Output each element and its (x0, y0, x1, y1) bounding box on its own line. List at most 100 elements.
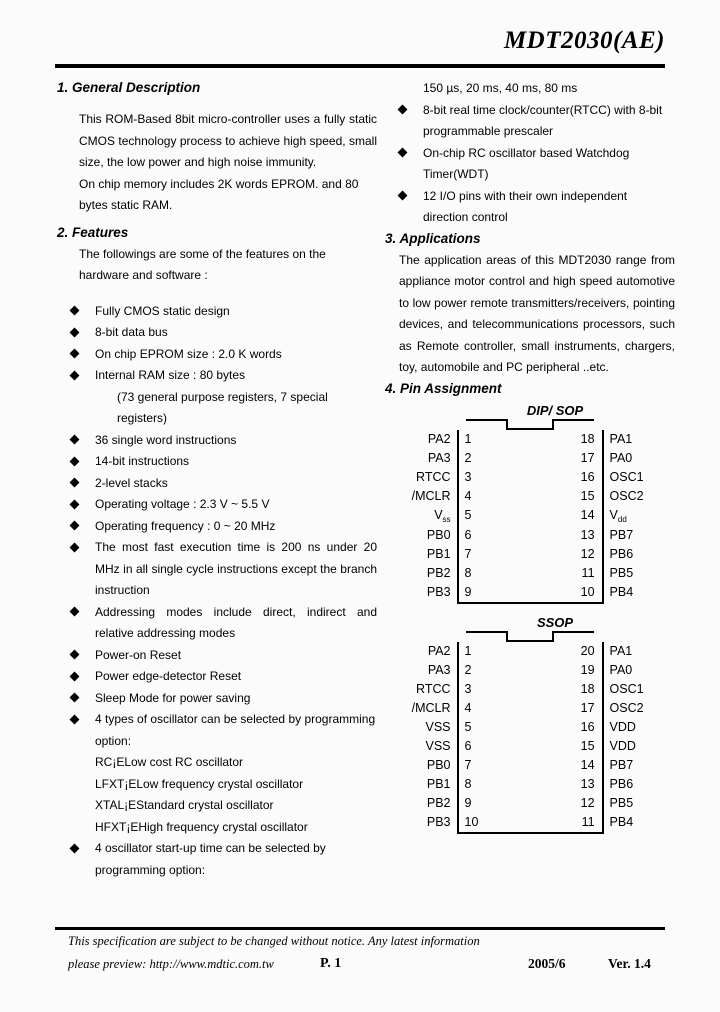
pin-number-left: 2 (456, 660, 530, 680)
diamond-bullet-icon (397, 190, 408, 201)
pin-row: PA2 1 20 PA1 (385, 641, 675, 661)
feature-label: 12 I/O pins with their own independent d… (423, 188, 628, 225)
right-column: 150 µs, 20 ms, 40 ms, 80 ms 8-bit real t… (385, 78, 675, 834)
pin-label-right: PB7 (609, 757, 634, 772)
pin-number-right: 11 (529, 563, 604, 583)
pin-number-right: 14 (529, 505, 604, 526)
feature-label: 14-bit instructions (95, 454, 190, 468)
pin-label-right: PA0 (609, 662, 633, 677)
pin-number-right: 18 (529, 429, 604, 449)
pin-number-left: 1 (456, 429, 530, 449)
pin-number-right: 16 (529, 717, 604, 737)
diamond-bullet-icon (69, 542, 80, 552)
feature-item: Sleep Mode for power saving (57, 688, 377, 710)
feature-item: 4 types of oscillator can be selected by… (57, 709, 377, 752)
diamond-bullet-icon (69, 520, 80, 531)
feature-item: 8-bit real time clock/counter(RTCC) with… (385, 100, 675, 143)
features-intro: The followings are some of the features … (79, 246, 326, 283)
diamond-bullet-icon (69, 692, 80, 703)
pin-label-right: PA1 (609, 431, 633, 446)
pin-label-right: PA0 (609, 450, 633, 465)
pin-label-left: RTCC (416, 469, 451, 484)
pin-number-left: 3 (456, 679, 530, 699)
left-column: 1. General Description This ROM-Based 8b… (57, 78, 377, 881)
pin-number-left: 9 (456, 582, 530, 604)
diamond-bullet-icon (69, 327, 80, 337)
pin-row: VSS 6 15 VDD (385, 736, 675, 756)
feature-label: 4 types of oscillator can be selected by… (95, 712, 376, 748)
pin-row: PA3 2 19 PA0 (385, 660, 675, 680)
feature-label: Addressing modes include direct, indirec… (95, 604, 377, 641)
footer-version: Ver. 1.4 (608, 956, 651, 971)
pin-row: RTCC 3 16 OSC1 (385, 467, 675, 487)
pin-label-left: /MCLR (411, 700, 451, 715)
pin-label-right: PB5 (609, 565, 634, 580)
page-number: P. 1 (320, 956, 342, 971)
oscillator-type-line: LFXT¡ELow frequency crystal oscillator (95, 776, 304, 791)
diamond-bullet-icon (69, 305, 80, 316)
heading-features: 2. Features (57, 224, 129, 240)
footer-url[interactable]: please preview: http://www.mdtic.com.tw (68, 952, 274, 976)
diamond-bullet-icon (69, 456, 80, 466)
pin-row: /MCLR 4 17 OSC2 (385, 698, 675, 718)
pin-row: PB0 7 14 PB7 (385, 755, 675, 775)
pin-number-left: 7 (456, 755, 530, 775)
heading-pin-assignment: 4. Pin Assignment (385, 380, 502, 396)
package-title: SSOP (536, 614, 574, 630)
feature-item: 14-bit instructions (57, 451, 377, 473)
pin-table-dip-sop: PA2 1 18 PA1 PA3 2 17 PA0 RTCC 3 16 OSC1… (385, 429, 675, 604)
feature-item: The most fast execution time is 200 ns u… (57, 537, 377, 602)
pin-label-left: PA3 (427, 662, 451, 677)
document-header: MDT2030(AE) (55, 28, 665, 53)
pin-label-right: OSC1 (609, 469, 644, 484)
pin-number-left: 2 (456, 448, 530, 468)
pin-row: PB2 9 12 PB5 (385, 793, 675, 813)
pin-number-left: 8 (456, 774, 530, 794)
pin-number-right: 17 (529, 698, 604, 718)
feature-label: The most fast execution time is 200 ns u… (95, 540, 377, 597)
pin-number-right: 12 (529, 793, 604, 813)
pin-label-left: PB0 (426, 757, 451, 772)
pin-row: PB0 6 13 PB7 (385, 525, 675, 545)
feature-subnote: (73 general purpose registers, 7 special… (57, 387, 377, 430)
package-title: DIP/ SOP (526, 402, 584, 418)
oscillator-type-line: HFXT¡EHigh frequency crystal oscillator (95, 819, 308, 834)
pin-label-right: PB5 (609, 795, 634, 810)
pin-label-left: PB2 (426, 795, 451, 810)
pin-label-left: VSS (425, 719, 451, 734)
pin-row: /MCLR 4 15 OSC2 (385, 486, 675, 506)
heading-applications: 3. Applications (385, 230, 481, 246)
page-footer: This specification are subject to be cha… (68, 931, 668, 976)
general-description-paragraph-2: On chip memory includes 2K words EPROM. … (79, 176, 359, 213)
feature-item: Operating voltage : 2.3 V ~ 5.5 V (57, 494, 377, 516)
applications-paragraph: The application areas of this MDT2030 ra… (399, 252, 675, 375)
pin-label-right: PB4 (609, 585, 634, 599)
diamond-bullet-icon (397, 147, 408, 158)
pin-label-left: PA3 (427, 450, 451, 465)
diamond-bullet-icon (69, 348, 80, 359)
pin-number-left: 5 (456, 505, 530, 526)
pin-label-left: PB3 (426, 585, 451, 599)
pin-row: PA3 2 17 PA0 (385, 448, 675, 468)
pin-number-right: 12 (529, 544, 604, 564)
feature-label: 8-bit real time clock/counter(RTCC) with… (423, 102, 663, 139)
pin-number-left: 6 (456, 736, 530, 756)
feature-item: 36 single word instructions (57, 430, 377, 452)
pin-number-left: 5 (456, 717, 530, 737)
feature-label: On-chip RC oscillator based Watchdog Tim… (423, 145, 630, 182)
pin-number-right: 13 (529, 774, 604, 794)
pin-label-left: PA2 (427, 431, 451, 446)
footer-rule (55, 927, 665, 930)
pin-label-right: PB7 (609, 527, 634, 542)
pin-number-right: 11 (529, 812, 604, 834)
feature-label: 2-level stacks (95, 475, 168, 490)
feature-item: Addressing modes include direct, indirec… (57, 602, 377, 645)
pin-label-right: PB6 (609, 776, 634, 791)
pin-label-right: Vdd (609, 507, 627, 524)
pin-row: PB3 9 10 PB4 (385, 582, 675, 604)
pin-number-right: 10 (529, 582, 604, 604)
pin-row: PB1 8 13 PB6 (385, 774, 675, 794)
startup-times-line: 150 µs, 20 ms, 40 ms, 80 ms (423, 81, 578, 95)
features-list: Fully CMOS static design 8-bit data bus … (57, 301, 377, 753)
pin-label-right: OSC1 (609, 681, 644, 696)
